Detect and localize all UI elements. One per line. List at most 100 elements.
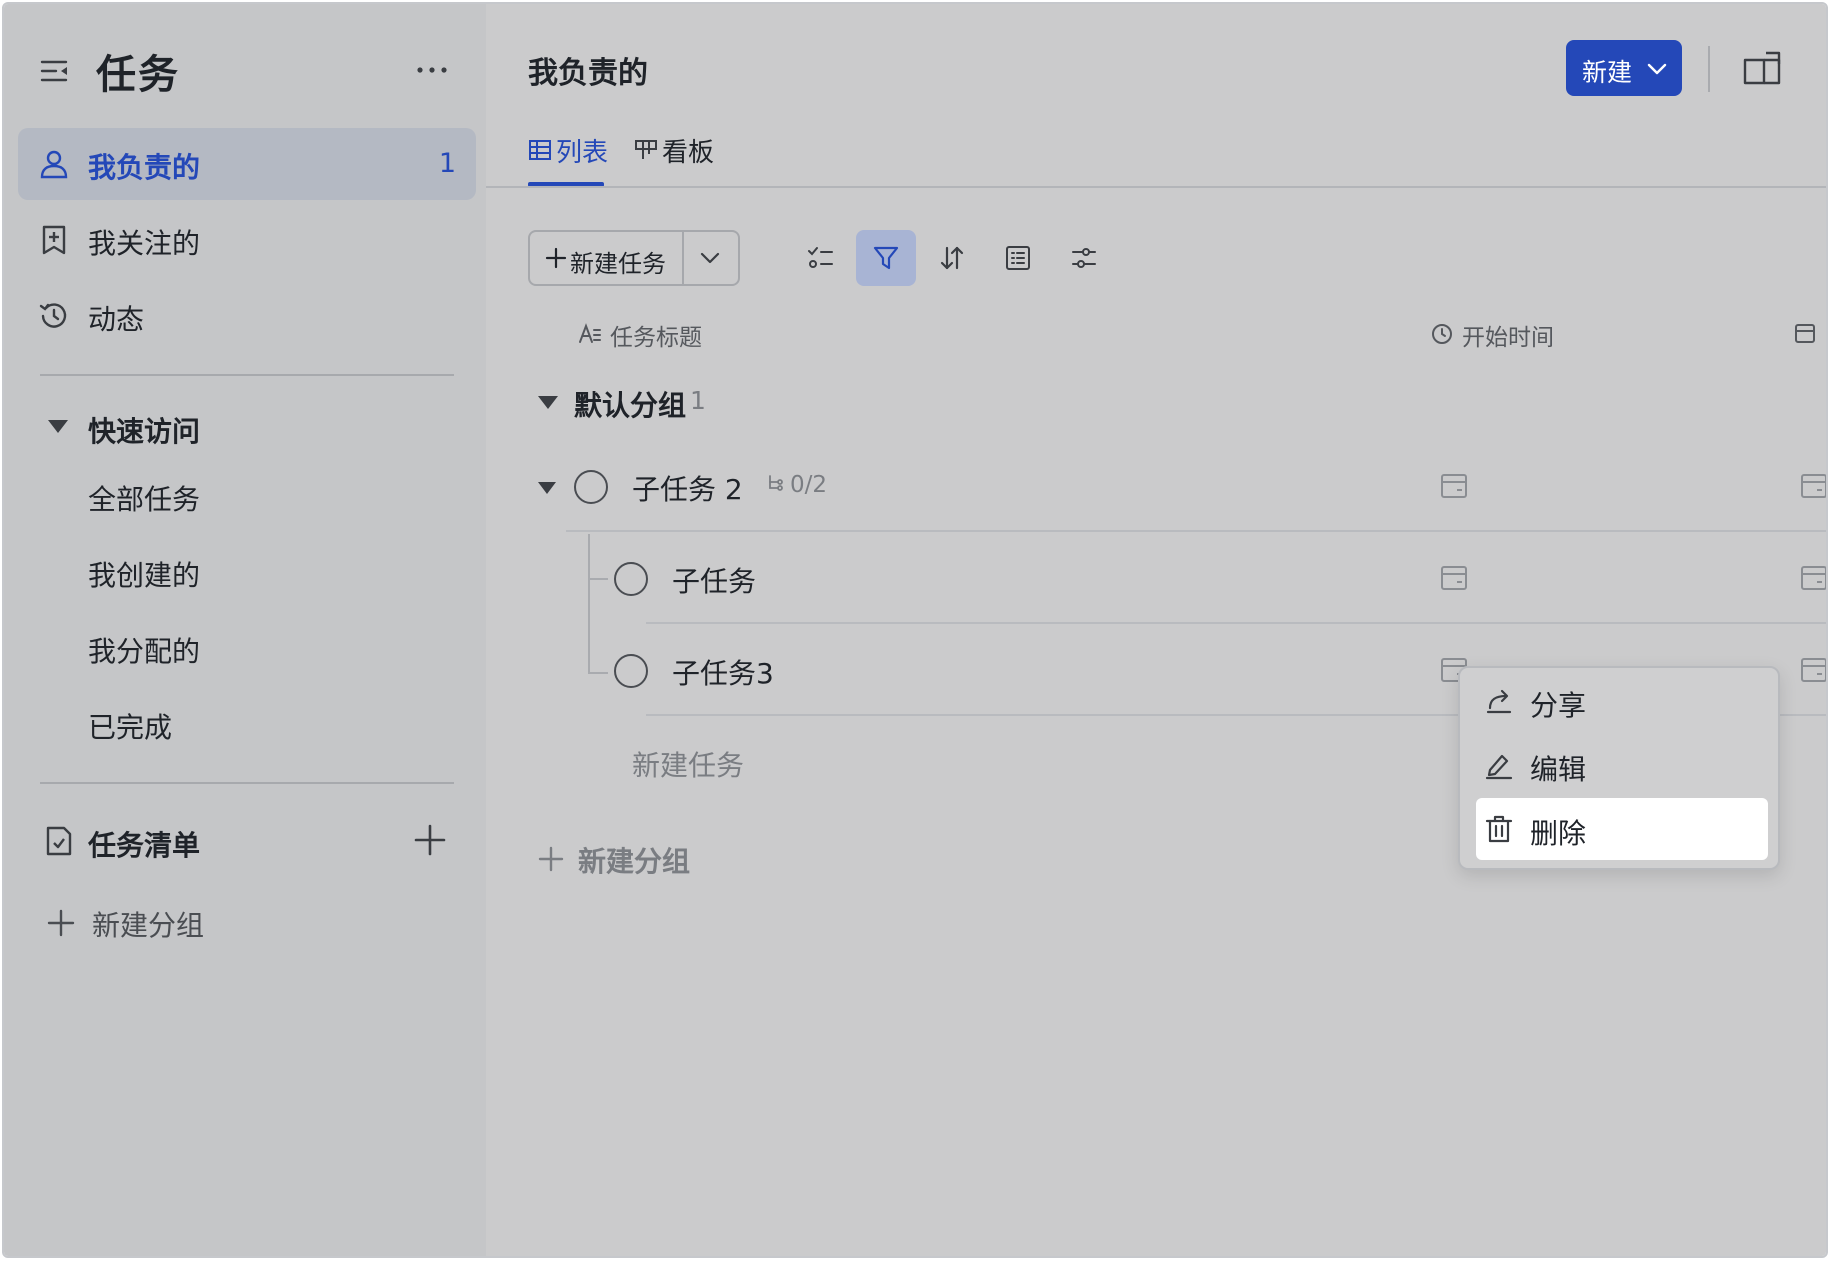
nav-item-following[interactable]: 我关注的 bbox=[18, 204, 476, 276]
table-icon bbox=[529, 140, 551, 160]
add-task-list-icon[interactable] bbox=[412, 822, 448, 858]
add-task-inline[interactable]: 新建任务 bbox=[632, 744, 744, 784]
calendar-icon[interactable] bbox=[1800, 564, 1828, 592]
new-task-split-button[interactable]: 新建任务 bbox=[528, 230, 740, 286]
column-title-label: 任务标题 bbox=[610, 325, 702, 351]
nav-item-count: 1 bbox=[438, 148, 456, 179]
split-separator bbox=[682, 232, 684, 284]
kanban-icon bbox=[635, 140, 657, 159]
task-title[interactable]: 子任务 2 bbox=[632, 468, 743, 508]
share-icon bbox=[1486, 689, 1512, 714]
sidebar-divider bbox=[40, 782, 454, 784]
task-row[interactable]: 子任务 2 0/2 bbox=[538, 458, 1826, 518]
tree-connector bbox=[588, 672, 608, 674]
sort-icon bbox=[940, 246, 964, 270]
collapse-triangle-icon bbox=[538, 396, 558, 409]
nav-item-label: 动态 bbox=[88, 303, 145, 336]
subtask-progress: 0/2 bbox=[766, 472, 827, 498]
list-view-icon bbox=[1006, 246, 1030, 270]
task-window: 任务 我负责的 1 我关注的 动态 快速访问 全部任务 我创建的 我分配的 已完… bbox=[2, 2, 1828, 1258]
calendar-icon[interactable] bbox=[1800, 656, 1828, 684]
checklist-icon bbox=[808, 247, 833, 268]
quick-item-assigned[interactable]: 我分配的 bbox=[88, 630, 200, 680]
collapse-sidebar-icon[interactable] bbox=[40, 56, 70, 86]
nav-item-mine[interactable]: 我负责的 1 bbox=[18, 128, 476, 200]
quick-access-title: 快速访问 bbox=[88, 415, 201, 448]
filter-tool-button[interactable] bbox=[856, 230, 916, 286]
tabs-divider bbox=[486, 186, 1826, 188]
calendar-icon[interactable] bbox=[1440, 564, 1468, 592]
sidebar-divider bbox=[40, 374, 454, 376]
menu-item-label: 分享 bbox=[1530, 689, 1587, 722]
new-button[interactable]: 新建 bbox=[1566, 40, 1682, 96]
task-checkbox[interactable] bbox=[614, 654, 648, 688]
task-list-header[interactable]: 任务清单 bbox=[40, 816, 460, 866]
tree-connector bbox=[588, 578, 608, 580]
column-start-time-label: 开始时间 bbox=[1462, 325, 1554, 351]
filter-icon bbox=[873, 246, 899, 270]
person-icon bbox=[40, 150, 68, 179]
quick-item-all[interactable]: 全部任务 bbox=[88, 478, 200, 528]
nav-item-activity[interactable]: 动态 bbox=[18, 280, 476, 352]
new-group-label: 新建分组 bbox=[92, 909, 205, 942]
checklist-tool-button[interactable] bbox=[790, 230, 850, 286]
plus-icon bbox=[538, 846, 564, 872]
main-panel: 我负责的 新建 列表 看板 新建任务 任务标题 开始时间 默认分组 1 子任务 … bbox=[486, 4, 1828, 1256]
tab-list-label: 列表 bbox=[556, 138, 609, 168]
new-task-label: 新建任务 bbox=[570, 250, 666, 278]
clock-icon bbox=[1432, 324, 1452, 344]
new-button-label: 新建 bbox=[1582, 58, 1633, 87]
menu-item-edit[interactable]: 编辑 bbox=[1476, 734, 1768, 796]
context-menu: 分享 编辑 删除 bbox=[1458, 666, 1780, 870]
sidebar: 任务 我负责的 1 我关注的 动态 快速访问 全部任务 我创建的 我分配的 已完… bbox=[4, 4, 486, 1256]
quick-item-completed[interactable]: 已完成 bbox=[88, 706, 172, 756]
subtask-count: 0/2 bbox=[790, 472, 828, 498]
menu-item-label: 删除 bbox=[1530, 817, 1587, 850]
row-divider bbox=[566, 530, 1826, 532]
task-list-title: 任务清单 bbox=[88, 829, 201, 862]
subtask-row[interactable]: 子任务 bbox=[614, 550, 1826, 610]
task-list-icon bbox=[46, 826, 72, 856]
menu-item-delete[interactable]: 删除 bbox=[1476, 798, 1768, 860]
task-title[interactable]: 子任务 bbox=[672, 560, 756, 600]
page-title: 我负责的 bbox=[528, 56, 648, 91]
calendar-icon[interactable] bbox=[1440, 472, 1468, 500]
expand-subtasks-icon[interactable] bbox=[538, 482, 556, 494]
group-name: 默认分组 bbox=[574, 389, 687, 422]
tree-connector bbox=[588, 534, 590, 674]
settings-tool-button[interactable] bbox=[1054, 230, 1114, 286]
nav-item-label: 我关注的 bbox=[88, 227, 201, 260]
tab-kanban-label: 看板 bbox=[662, 138, 715, 168]
nav-item-label: 我负责的 bbox=[88, 151, 201, 184]
history-icon bbox=[39, 303, 67, 328]
task-checkbox[interactable] bbox=[574, 470, 608, 504]
quick-item-created[interactable]: 我创建的 bbox=[88, 554, 200, 604]
app-frame: 任务 我负责的 1 我关注的 动态 快速访问 全部任务 我创建的 我分配的 已完… bbox=[0, 0, 1832, 1262]
chevron-down-icon bbox=[1647, 63, 1667, 75]
group-count: 1 bbox=[690, 386, 706, 415]
subtask-icon bbox=[769, 475, 783, 491]
menu-item-label: 编辑 bbox=[1530, 753, 1587, 786]
task-title[interactable]: 子任务3 bbox=[672, 652, 774, 692]
chevron-down-icon[interactable] bbox=[698, 246, 722, 270]
header-separator bbox=[1708, 46, 1710, 92]
group-tool-button[interactable] bbox=[988, 230, 1048, 286]
text-field-icon bbox=[579, 323, 601, 343]
row-divider bbox=[646, 622, 1826, 624]
sliders-icon bbox=[1072, 248, 1096, 268]
app-title: 任务 bbox=[96, 52, 180, 98]
calendar-icon[interactable] bbox=[1800, 472, 1828, 500]
task-checkbox[interactable] bbox=[614, 562, 648, 596]
sidebar-header: 任务 bbox=[4, 4, 486, 132]
calendar-column-icon bbox=[1795, 324, 1815, 343]
menu-item-share[interactable]: 分享 bbox=[1476, 670, 1768, 732]
sort-tool-button[interactable] bbox=[922, 230, 982, 286]
quick-access-header[interactable]: 快速访问 bbox=[40, 402, 460, 452]
collapse-triangle-icon bbox=[48, 420, 68, 433]
add-group-label: 新建分组 bbox=[578, 845, 691, 878]
bookmark-icon bbox=[42, 225, 66, 255]
more-options-icon[interactable] bbox=[414, 56, 450, 84]
open-window-icon[interactable] bbox=[1742, 50, 1782, 86]
trash-icon bbox=[1485, 815, 1513, 843]
plus-icon bbox=[47, 909, 75, 937]
